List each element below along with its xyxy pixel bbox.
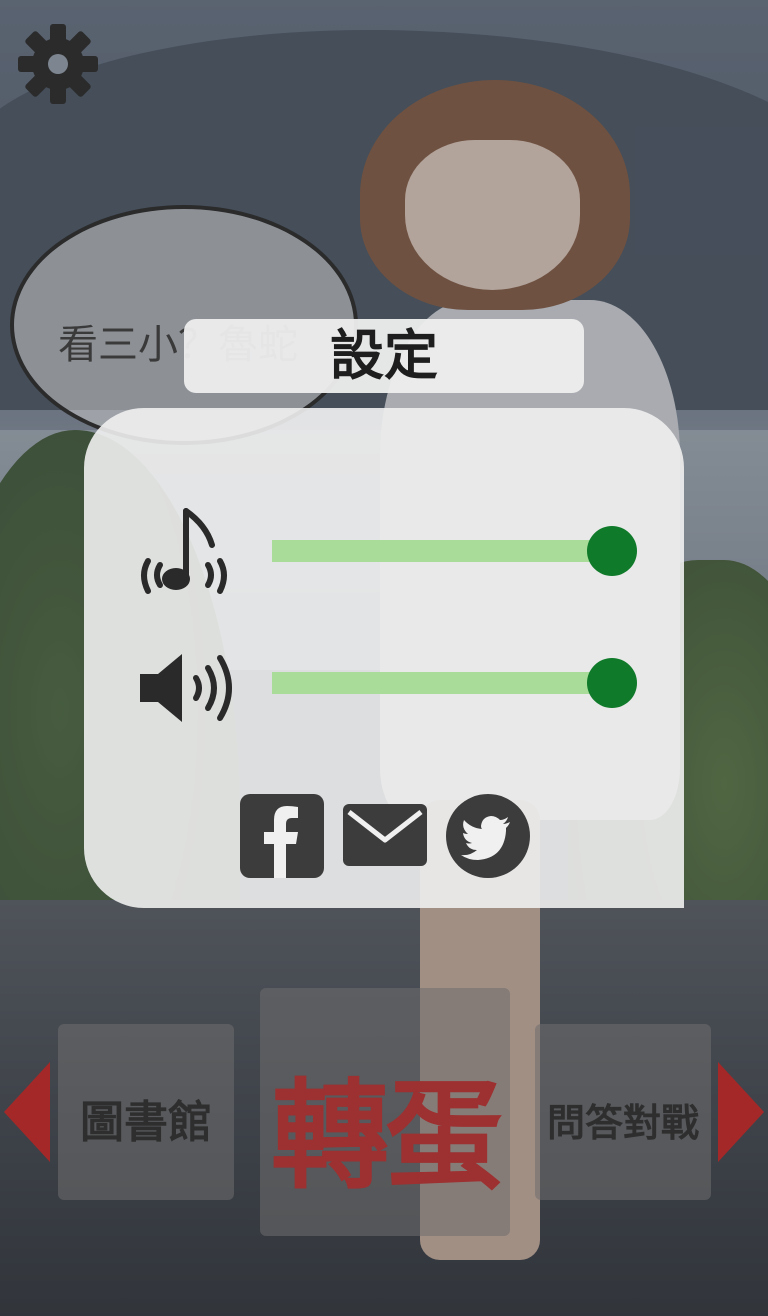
music-slider-track [272,540,612,562]
quiz-battle-label: 問答對戰 [546,1101,699,1145]
settings-title-text: 設定 [330,324,438,387]
gacha-button[interactable]: 轉蛋 [260,988,510,1236]
speaker-icon [136,650,242,726]
facebook-icon[interactable] [240,794,324,878]
library-button[interactable]: 圖書館 [58,1024,234,1200]
gear-icon[interactable] [16,22,100,106]
right-arrow-icon[interactable] [718,1062,764,1162]
music-volume-slider[interactable] [272,526,637,576]
music-slider-knob[interactable] [587,526,637,576]
music-note-icon [128,505,240,597]
sfx-volume-slider[interactable] [272,658,637,708]
gacha-label: 轉蛋 [270,1067,503,1205]
left-arrow-icon[interactable] [4,1062,50,1162]
twitter-icon[interactable] [446,794,530,878]
quiz-battle-button[interactable]: 問答對戰 [535,1024,711,1200]
mail-icon[interactable] [343,794,427,878]
sfx-slider-track [272,672,612,694]
sfx-slider-knob[interactable] [587,658,637,708]
settings-dialog-title: 設定 [184,319,584,393]
library-label: 圖書館 [80,1097,212,1148]
